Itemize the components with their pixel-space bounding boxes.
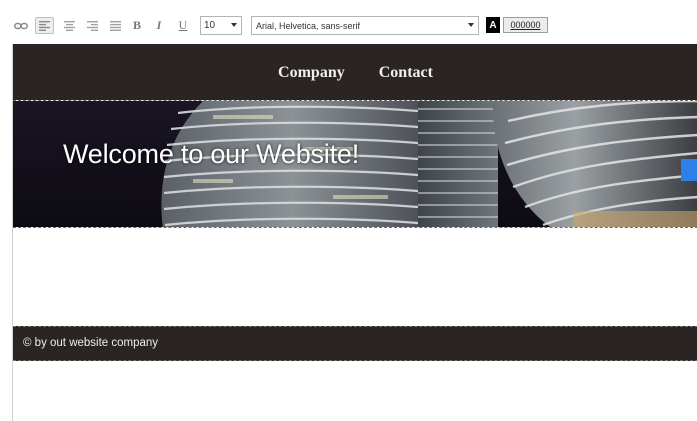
align-center-button[interactable] (61, 17, 77, 34)
font-size-value: 10 (204, 20, 216, 31)
site-footer: © by out website company (13, 326, 697, 361)
align-right-icon (86, 20, 98, 31)
italic-button[interactable]: I (153, 17, 165, 34)
rich-text-toolbar: B I U 10 Arial, Helvetica, sans-serif A … (0, 0, 697, 44)
chevron-down-icon (231, 23, 237, 27)
editor-canvas[interactable]: Company Contact Welcome to our Website! … (12, 44, 697, 421)
nav-link-company[interactable]: Company (261, 62, 362, 84)
chevron-down-icon (468, 23, 474, 27)
hero-title: Welcome to our Website! (63, 139, 360, 169)
text-color-swatch[interactable]: A (486, 17, 500, 33)
align-left-icon (39, 20, 50, 31)
align-right-button[interactable] (84, 17, 100, 34)
bold-button[interactable]: B (131, 17, 143, 34)
hero-banner[interactable]: Welcome to our Website! (13, 100, 697, 228)
nav-link-contact[interactable]: Contact (362, 62, 450, 84)
link-icon (14, 22, 28, 29)
underline-button[interactable]: U (177, 17, 189, 34)
site-nav-bar: Company Contact (13, 44, 697, 100)
align-justify-icon (109, 20, 121, 31)
font-size-select[interactable]: 10 (200, 16, 242, 35)
align-left-button[interactable] (35, 17, 54, 34)
font-family-select[interactable]: Arial, Helvetica, sans-serif (251, 16, 479, 35)
link-button[interactable] (13, 17, 29, 34)
font-family-value: Arial, Helvetica, sans-serif (256, 21, 361, 31)
content-area[interactable] (13, 228, 697, 326)
align-center-icon (63, 20, 75, 31)
footer-copyright: © by out website company (23, 337, 159, 349)
text-color-value[interactable]: 000000 (503, 17, 548, 33)
align-justify-button[interactable] (107, 17, 123, 34)
